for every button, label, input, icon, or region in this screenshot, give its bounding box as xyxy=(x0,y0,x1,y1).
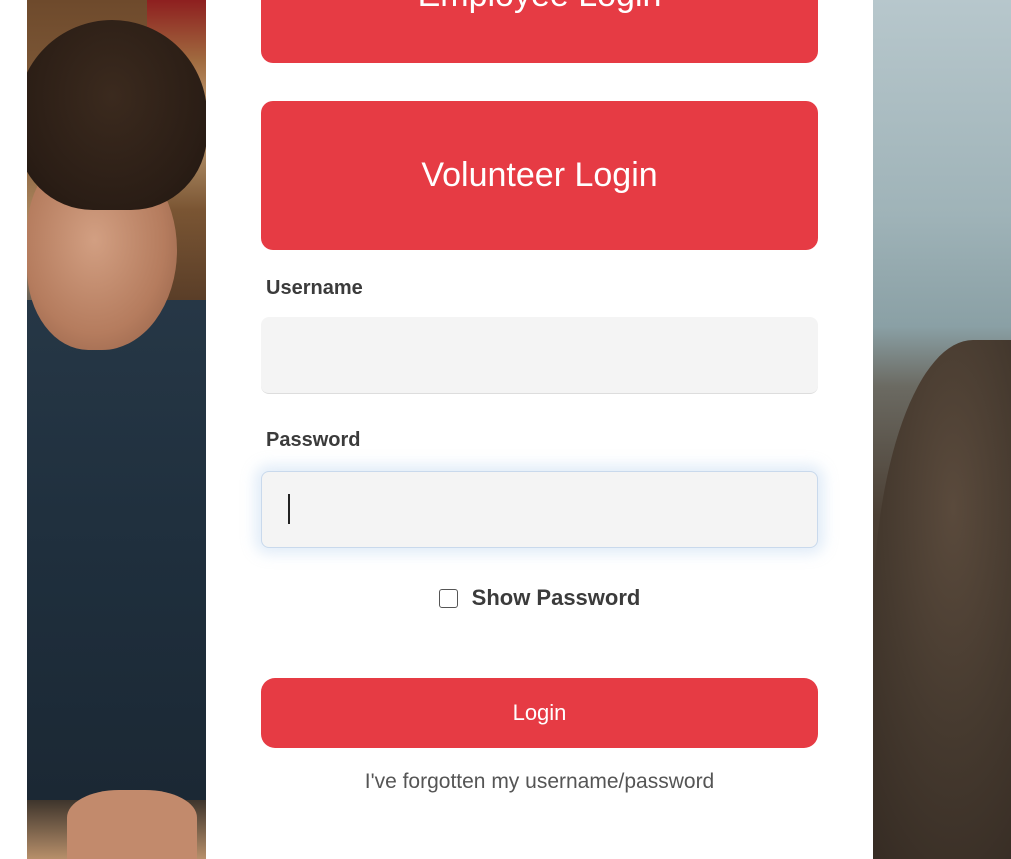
username-input[interactable] xyxy=(261,317,818,394)
background-photo-left xyxy=(27,0,206,859)
volunteer-login-button[interactable]: Volunteer Login xyxy=(261,101,818,250)
login-panel: Employee Login Volunteer Login Username … xyxy=(206,0,873,859)
employee-login-button[interactable]: Employee Login xyxy=(261,0,818,63)
page: Employee Login Volunteer Login Username … xyxy=(0,0,1011,859)
show-password-checkbox[interactable] xyxy=(438,588,458,608)
login-button[interactable]: Login xyxy=(261,678,818,748)
show-password-row: Show Password xyxy=(206,585,873,611)
forgot-credentials-link[interactable]: I've forgotten my username/password xyxy=(206,770,873,794)
person-head-image xyxy=(873,340,1011,859)
text-caret xyxy=(288,494,290,524)
username-label: Username xyxy=(266,277,363,299)
child-shirt-image xyxy=(27,300,206,800)
background-photo-right xyxy=(873,0,1011,859)
password-input[interactable] xyxy=(261,471,818,548)
child-hair-image xyxy=(27,20,206,210)
show-password-label[interactable]: Show Password xyxy=(472,585,641,611)
child-hand-image xyxy=(67,790,197,859)
password-label: Password xyxy=(266,429,361,451)
